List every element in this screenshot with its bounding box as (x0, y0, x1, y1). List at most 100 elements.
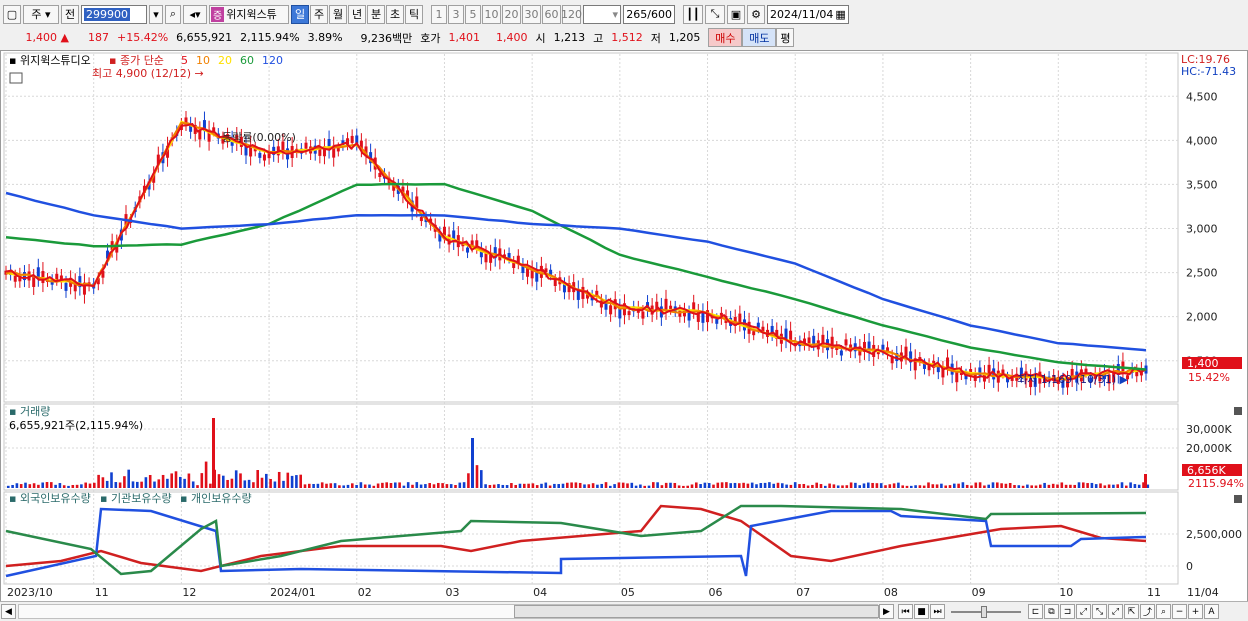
chart-tool-2-icon[interactable]: ⧉ (1044, 604, 1059, 619)
stock-code-input[interactable]: 299900 (81, 4, 147, 24)
volume-bar (475, 465, 479, 488)
font-size-icon[interactable]: A (1204, 604, 1219, 619)
minute-tab-5[interactable]: 5 (465, 4, 481, 24)
minute-tab-30[interactable]: 30 (522, 4, 541, 24)
date-input[interactable]: 2024/11/04 ▦ (767, 4, 849, 24)
market-type-select[interactable]: 주 ▾ (23, 4, 59, 24)
minute-tab-20[interactable]: 20 (502, 4, 521, 24)
period-tab-4[interactable]: 분 (367, 4, 385, 24)
volume-bar (419, 484, 423, 488)
minute-tab-60[interactable]: 60 (542, 4, 561, 24)
minute-tab-10[interactable]: 10 (482, 4, 501, 24)
minute-custom-input[interactable]: ▾ (583, 4, 621, 24)
zoom-out-icon[interactable]: − (1172, 604, 1187, 619)
volume-bar (647, 485, 651, 488)
volume-bar (965, 484, 969, 488)
ma-legend-120: 120 (262, 54, 283, 67)
eval-button[interactable]: 평 (776, 28, 795, 47)
chart-tool-1-icon[interactable]: ⊏ (1028, 604, 1043, 619)
volume-bar (733, 482, 737, 488)
volume-panel-close-icon[interactable] (1234, 407, 1242, 415)
trend-tool-2-icon[interactable]: ⤡ (1092, 604, 1107, 619)
candle-type-icon[interactable]: ┃┃ (683, 4, 703, 24)
volume-bar (1133, 484, 1137, 488)
period-tab-1[interactable]: 주 (310, 4, 328, 24)
layout-icon[interactable]: ▢ (3, 4, 21, 24)
volume-bar (406, 482, 410, 488)
volume-y-tick: 30,000K (1186, 423, 1232, 436)
buy-button[interactable]: 매수 (708, 28, 743, 47)
volume-bar (1060, 482, 1064, 488)
x-tick-label-right: 11/04 (1187, 586, 1219, 599)
volume-bar (454, 485, 457, 488)
scroll-left-button[interactable]: ◀ (1, 604, 16, 619)
period-tab-0[interactable]: 일 (291, 4, 309, 24)
volume-bar (682, 485, 685, 488)
zoom-icon[interactable]: ⌕ (1156, 604, 1171, 619)
trend-tool-5-icon[interactable]: ⤴ (1140, 604, 1155, 619)
x-tick-label: 10 (1059, 586, 1073, 599)
volume-bar (123, 476, 126, 488)
volume-bar (1026, 484, 1029, 488)
search-icon[interactable]: ⌕ (165, 4, 181, 24)
volume-bar (905, 485, 909, 488)
volume-bar (1107, 484, 1111, 488)
scroll-track[interactable] (18, 604, 879, 619)
save-icon[interactable]: ▣ (727, 4, 745, 24)
volume-bar (269, 478, 272, 488)
last-page-icon[interactable]: ⏭ (930, 604, 945, 619)
volume-bar (1030, 485, 1033, 488)
chart-area[interactable]: 2023/10 11 12 2024/01 02 03 04 05 06 07 08 09 10 11 11… (0, 50, 1248, 602)
volume-bar (940, 483, 943, 488)
zoom-in-icon[interactable]: + (1188, 604, 1203, 619)
period-tab-3[interactable]: 년 (348, 4, 366, 24)
candle-body (41, 271, 45, 284)
price-y-tick: 3,000 (1186, 223, 1218, 236)
volume-bar (67, 485, 70, 488)
zoom-slider[interactable] (951, 605, 1021, 618)
sell-button[interactable]: 매도 (742, 28, 777, 47)
volume-bar (1000, 483, 1003, 488)
count-input[interactable]: 265/600 (623, 4, 675, 24)
scroll-right-button[interactable]: ▶ (879, 604, 894, 619)
volume-bar (927, 482, 930, 488)
stock-name: 위지윅스튜 (226, 8, 277, 21)
stock-name-box[interactable]: 증 위지윅스튜 (209, 4, 289, 24)
jeon-button[interactable]: 전 (61, 4, 79, 24)
volume-bar (449, 484, 453, 488)
period-tab-2[interactable]: 월 (329, 4, 347, 24)
calendar-icon[interactable]: ▦ (835, 8, 845, 21)
minute-tab-3[interactable]: 3 (448, 4, 464, 24)
code-dropdown-icon[interactable]: ▾ (149, 4, 163, 24)
period-tab-6[interactable]: 틱 (405, 4, 423, 24)
trend-tool-3-icon[interactable]: ⤢ (1108, 604, 1123, 619)
gear-icon[interactable]: ⚙ (747, 4, 765, 24)
x-tick-label: 2024/01 (270, 586, 316, 599)
volume-bar (892, 483, 896, 488)
period-tab-5[interactable]: 초 (386, 4, 404, 24)
volume-bar (540, 483, 543, 488)
zoom-slider-thumb[interactable] (981, 605, 987, 618)
stock-chart[interactable]: 2023/10 11 12 2024/01 02 03 04 05 06 07 08 09 10 11 11… (1, 51, 1247, 601)
scroll-thumb[interactable] (514, 605, 879, 618)
holding-panel-close-icon[interactable] (1234, 495, 1242, 503)
speaker-icon[interactable]: ◂▾ (183, 4, 207, 24)
volume-bar (634, 485, 638, 488)
draw-tool-icon[interactable]: ⤡ (705, 4, 725, 24)
stop-icon[interactable]: ■ (914, 604, 929, 619)
volume-bar (768, 482, 771, 488)
price-change: 187 (88, 31, 109, 44)
volume-bar (389, 483, 393, 488)
volume-bar (755, 484, 758, 488)
volume-bar (282, 480, 285, 488)
volume-bar (699, 484, 702, 488)
volume-bar (867, 482, 870, 488)
candle-body (507, 252, 511, 258)
chart-tool-3-icon[interactable]: ⊐ (1060, 604, 1075, 619)
trend-tool-4-icon[interactable]: ⇱ (1124, 604, 1139, 619)
first-page-icon[interactable]: ⏮ (898, 604, 913, 619)
volume-bar (179, 476, 182, 488)
minute-tab-1[interactable]: 1 (431, 4, 447, 24)
minute-tab-120[interactable]: 120 (561, 4, 582, 24)
trend-tool-1-icon[interactable]: ⤢ (1076, 604, 1091, 619)
